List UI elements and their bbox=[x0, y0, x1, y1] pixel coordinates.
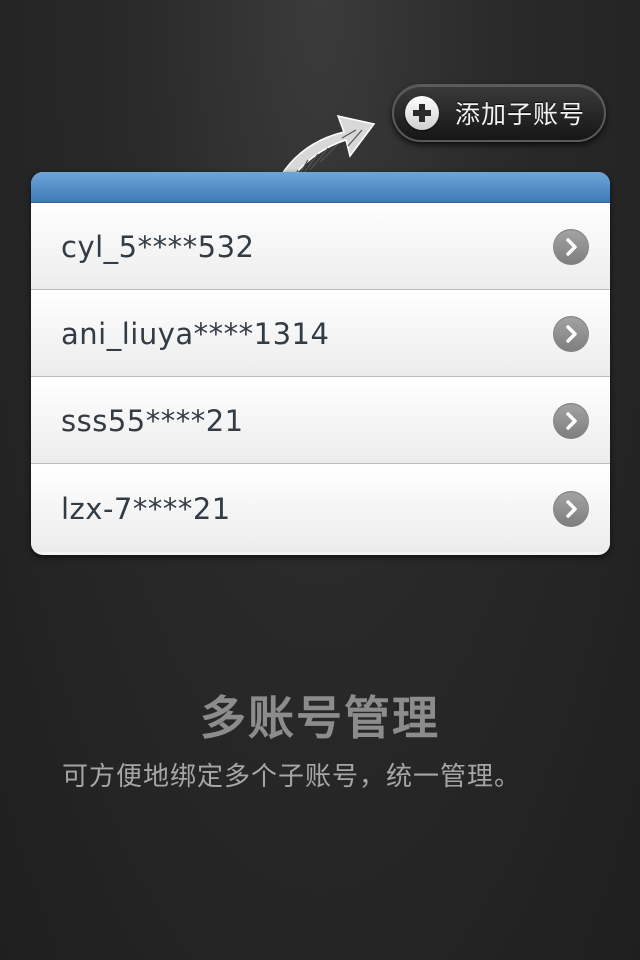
add-sub-account-label: 添加子账号 bbox=[455, 100, 586, 129]
account-row-3[interactable]: sss55****21 bbox=[31, 377, 610, 464]
account-row-1[interactable]: cyl_5****532 bbox=[31, 203, 610, 290]
feature-title: 多账号管理 bbox=[200, 691, 440, 745]
account-name: sss55****21 bbox=[61, 403, 244, 438]
chevron-right-icon bbox=[553, 402, 589, 439]
account-name: lzx-7****21 bbox=[61, 491, 231, 526]
account-name: ani_liuya****1314 bbox=[61, 316, 330, 351]
account-row-2[interactable]: ani_liuya****1314 bbox=[31, 290, 610, 377]
chevron-right-icon bbox=[553, 490, 589, 527]
account-list-panel: cyl_5****532 ani_liuya****1314 sss55****… bbox=[31, 172, 610, 555]
chevron-right-icon bbox=[553, 315, 589, 352]
chevron-right-icon bbox=[553, 228, 589, 265]
plus-icon bbox=[405, 96, 439, 130]
account-row-4[interactable]: lzx-7****21 bbox=[31, 464, 610, 552]
list-header-bar bbox=[31, 172, 610, 203]
account-name: cyl_5****532 bbox=[61, 229, 255, 264]
feature-description: 可方便地绑定多个子账号，统一管理。 bbox=[62, 762, 522, 792]
add-sub-account-button[interactable]: 添加子账号 bbox=[392, 84, 606, 142]
